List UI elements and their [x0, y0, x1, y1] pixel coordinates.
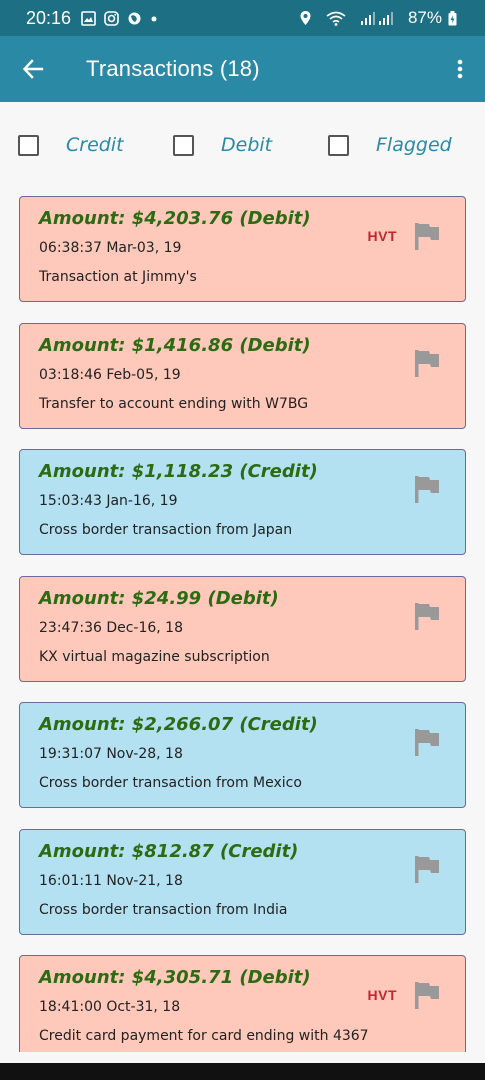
hvt-badge: HVT [367, 228, 397, 244]
transaction-card[interactable]: Amount: $1,416.86 (Debit) 03:18:46 Feb-0… [19, 322, 466, 429]
transaction-description: Cross border transaction from Japan [39, 522, 293, 538]
battery-charging-icon [448, 10, 457, 26]
transaction-time: 23:47:36 Dec-16, 18 [39, 619, 183, 636]
transaction-description: Credit card payment for card ending with… [39, 1028, 369, 1044]
more-vertical-icon [457, 59, 463, 79]
transaction-time: 15:03:43 Jan-16, 19 [39, 493, 178, 509]
wifi-icon [326, 11, 346, 26]
battery-percent: 87% [407, 8, 442, 27]
flag-icon[interactable] [412, 980, 442, 1010]
app-bar: Transactions (18) [0, 36, 485, 102]
flagged-label: Flagged [376, 134, 452, 156]
transaction-card[interactable]: Amount: $4,305.71 (Debit) 18:41:00 Oct-3… [19, 955, 466, 1052]
signal-icon [360, 11, 394, 26]
status-time: 20:16 [26, 7, 72, 28]
transaction-card[interactable]: Amount: $4,203.76 (Debit) 06:38:37 Mar-0… [19, 196, 466, 302]
transaction-card[interactable]: Amount: $812.87 (Credit) 16:01:11 Nov-21… [19, 828, 466, 935]
transaction-amount: Amount: $2,266.07 (Credit) [39, 714, 318, 735]
flag-icon[interactable] [412, 221, 442, 251]
instagram-icon [104, 10, 119, 26]
page-title: Transactions (18) [86, 56, 260, 81]
location-icon [299, 10, 312, 26]
transaction-card[interactable]: Amount: $24.99 (Debit) 23:47:36 Dec-16, … [19, 575, 466, 682]
transaction-card[interactable]: Amount: $2,266.07 (Credit) 19:31:07 Nov-… [19, 702, 466, 808]
transaction-time: 06:38:37 Mar-03, 19 [39, 240, 182, 256]
vpn-globe-icon [127, 11, 142, 26]
filter-bar: Credit Debit Flagged [0, 102, 485, 188]
transaction-description: Transfer to account ending with W7BG [39, 395, 309, 412]
transaction-amount: Amount: $4,203.76 (Debit) [39, 208, 311, 229]
filter-credit[interactable]: Credit [18, 134, 173, 156]
transaction-amount: Amount: $4,305.71 (Debit) [39, 967, 311, 988]
system-nav-bar [0, 1063, 485, 1080]
flag-icon[interactable] [412, 854, 442, 884]
gallery-icon [81, 10, 96, 26]
filter-debit[interactable]: Debit [173, 134, 328, 156]
flagged-checkbox[interactable] [328, 134, 349, 156]
transaction-time: 03:18:46 Feb-05, 19 [39, 366, 181, 383]
filter-flagged[interactable]: Flagged [328, 134, 483, 156]
transaction-time: 19:31:07 Nov-28, 18 [39, 746, 183, 762]
transaction-amount: Amount: $1,118.23 (Credit) [39, 461, 318, 482]
flag-icon[interactable] [412, 348, 442, 378]
transaction-card[interactable]: Amount: $1,118.23 (Credit) 15:03:43 Jan-… [19, 449, 466, 555]
transaction-amount: Amount: $812.87 (Credit) [39, 840, 299, 862]
debit-checkbox[interactable] [173, 134, 194, 156]
status-right: 87% [299, 8, 465, 28]
flag-icon[interactable] [412, 601, 442, 631]
arrow-left-icon [22, 59, 44, 79]
credit-checkbox[interactable] [18, 134, 39, 156]
flag-icon[interactable] [412, 727, 442, 757]
hvt-badge: HVT [367, 987, 397, 1003]
flag-icon[interactable] [412, 474, 442, 504]
transaction-description: Transaction at Jimmy's [39, 269, 197, 285]
transaction-time: 18:41:00 Oct-31, 18 [39, 999, 181, 1015]
transaction-amount: Amount: $1,416.86 (Debit) [39, 334, 311, 356]
back-button[interactable] [0, 36, 66, 102]
transaction-amount: Amount: $24.99 (Debit) [39, 587, 279, 609]
transaction-time: 16:01:11 Nov-21, 18 [39, 872, 183, 889]
notification-dot-icon [150, 11, 158, 26]
debit-label: Debit [221, 134, 273, 156]
credit-label: Credit [66, 134, 124, 156]
transaction-description: Cross border transaction from India [39, 901, 288, 918]
transaction-description: Cross border transaction from Mexico [39, 775, 302, 791]
status-bar: 20:16 87% [0, 0, 485, 36]
overflow-menu-button[interactable] [435, 36, 485, 102]
transaction-description: KX virtual magazine subscription [39, 648, 270, 665]
transaction-list[interactable]: Amount: $4,203.76 (Debit) 06:38:37 Mar-0… [19, 196, 467, 1052]
